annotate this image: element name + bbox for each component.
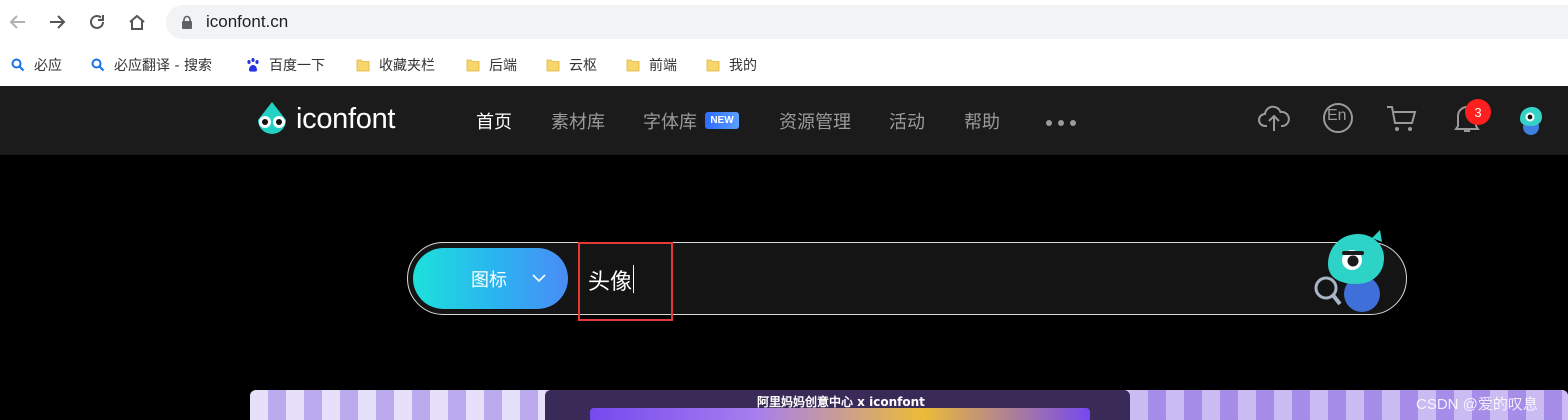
folder-icon	[466, 59, 480, 72]
reload-button[interactable]	[85, 10, 109, 34]
baidu-paw-icon	[247, 58, 259, 72]
home-button[interactable]	[125, 10, 149, 34]
text-cursor	[633, 265, 634, 293]
user-avatar[interactable]	[1514, 103, 1548, 137]
address-bar[interactable]: iconfont.cn	[166, 5, 1568, 39]
new-badge: NEW	[705, 112, 739, 129]
language-switch-button[interactable]: En	[1320, 100, 1356, 136]
back-button[interactable]	[6, 10, 30, 34]
iconfont-mascot-logo-icon	[258, 102, 286, 134]
folder-icon	[356, 59, 370, 72]
home-icon	[129, 14, 145, 30]
shopping-cart-icon	[1387, 106, 1417, 131]
bookmark-label: 我的	[729, 58, 757, 74]
logo-text: iconfont	[296, 102, 396, 135]
more-menu-icon[interactable]	[1046, 120, 1076, 126]
notification-count-badge: 3	[1465, 99, 1491, 125]
csdn-watermark: CSDN @爱的叹息	[1416, 396, 1538, 413]
nav-materials[interactable]: 素材库	[551, 108, 605, 134]
bookmark-folder-backend[interactable]: 后端	[465, 54, 517, 76]
bookmark-label: 云枢	[569, 58, 597, 74]
search-type-label: 图标	[471, 269, 507, 291]
bookmark-bing-translate[interactable]: 必应翻译 - 搜索	[90, 54, 212, 76]
url-text: iconfont.cn	[206, 12, 289, 31]
bookmark-label: 后端	[489, 58, 517, 74]
cloud-upload-icon	[1258, 105, 1290, 131]
forward-button[interactable]	[45, 10, 69, 34]
upload-button[interactable]	[1256, 100, 1292, 136]
bookmark-label: 必应	[34, 58, 62, 74]
mascot-character-icon	[1314, 230, 1384, 312]
bookmark-folder-favorites[interactable]: 收藏夹栏	[355, 54, 435, 76]
bookmark-bing[interactable]: 必应	[10, 54, 62, 76]
search-icon	[91, 58, 105, 72]
nav-home[interactable]: 首页	[476, 108, 512, 134]
search-icon	[11, 58, 25, 72]
bookmark-folder-yunshu[interactable]: 云枢	[545, 54, 597, 76]
bookmark-folder-frontend[interactable]: 前端	[625, 54, 677, 76]
nav-fonts[interactable]: 字体库	[643, 108, 697, 134]
browser-toolbar: iconfont.cn	[0, 0, 1568, 44]
bookmark-label: 收藏夹栏	[379, 58, 435, 74]
folder-icon	[546, 59, 560, 72]
nav-resource-management[interactable]: 资源管理	[779, 108, 851, 134]
bookmark-baidu[interactable]: 百度一下	[245, 54, 325, 76]
banner-title: 阿里妈妈创意中心 x iconfont	[757, 395, 925, 409]
nav-activities[interactable]: 活动	[889, 108, 925, 134]
chevron-down-icon	[532, 274, 546, 283]
forward-arrow-icon	[50, 15, 66, 29]
bookmark-label: 前端	[649, 58, 677, 74]
cart-button[interactable]	[1384, 100, 1420, 136]
nav-help[interactable]: 帮助	[964, 108, 1000, 134]
bookmark-label: 必应翻译 - 搜索	[114, 58, 212, 74]
bookmark-folder-mine[interactable]: 我的	[705, 54, 757, 76]
back-arrow-icon	[9, 15, 25, 29]
folder-icon	[706, 59, 720, 72]
bookmark-label: 百度一下	[269, 58, 325, 74]
search-input[interactable]	[588, 262, 1288, 298]
language-label: En	[1327, 107, 1347, 124]
lock-icon	[182, 15, 192, 29]
bookmarks-bar: 必应 必应翻译 - 搜索 百度一下 收藏夹栏 后端 云枢 前端 我的	[0, 44, 1568, 86]
folder-icon	[626, 59, 640, 72]
reload-icon	[90, 14, 104, 29]
iconfont-logo[interactable]: iconfont	[252, 100, 395, 138]
